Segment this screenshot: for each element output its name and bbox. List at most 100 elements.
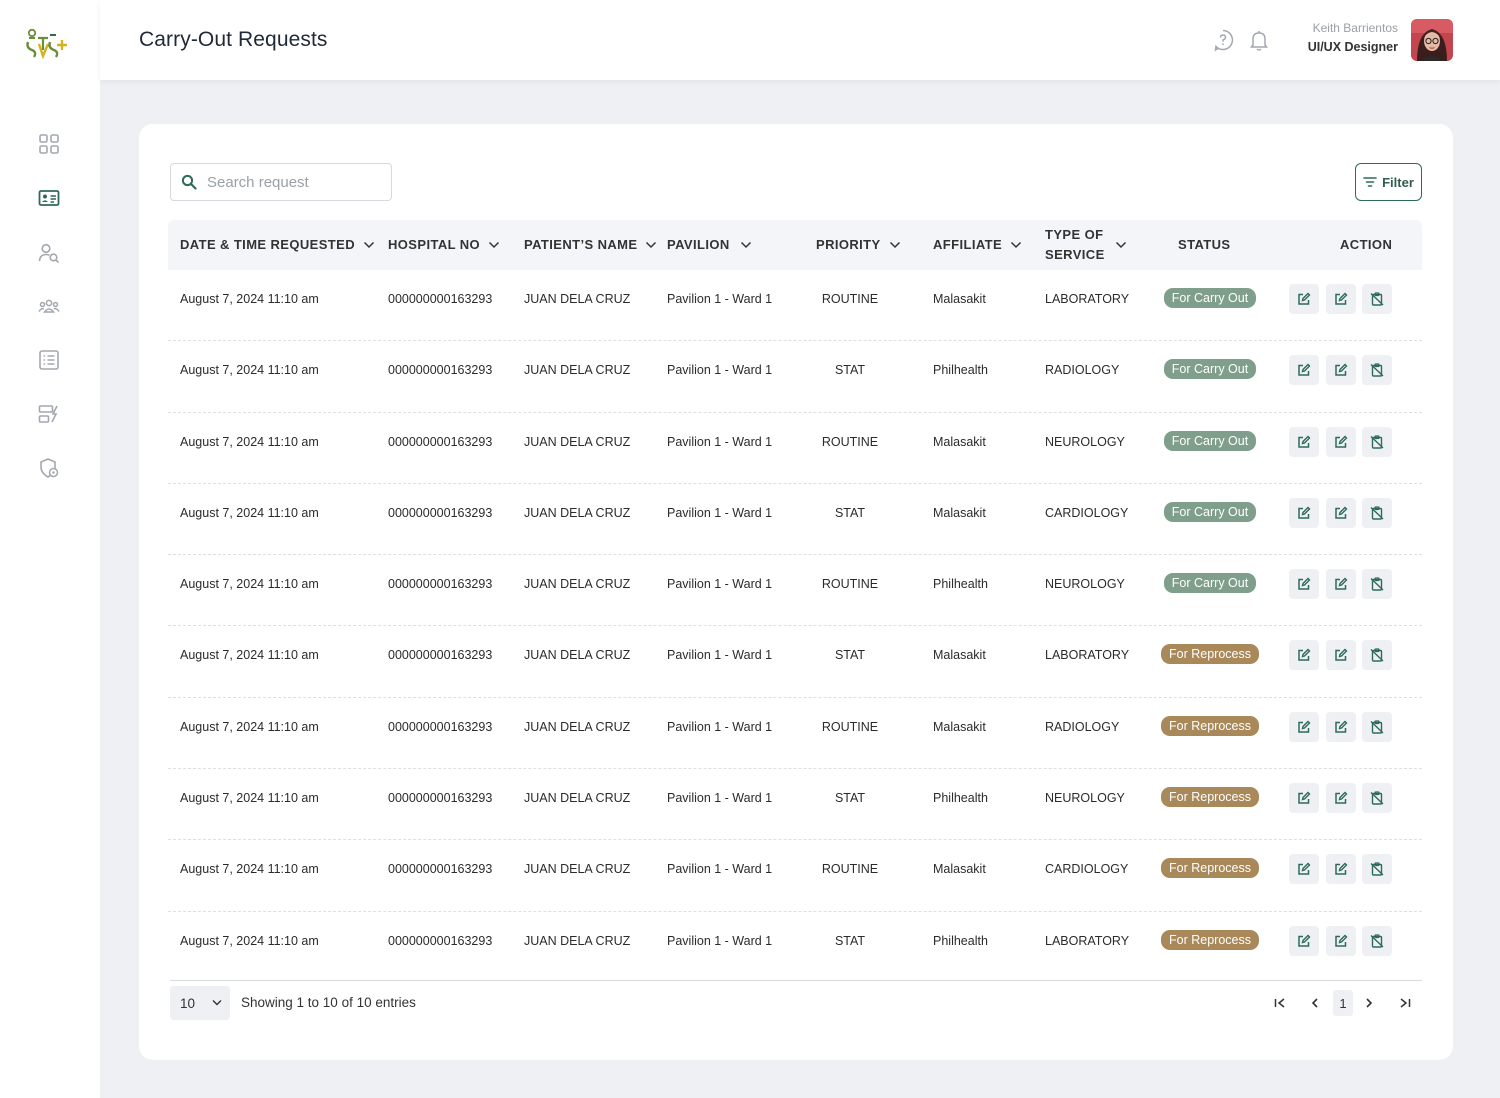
edit-icon: [1335, 363, 1348, 377]
edit-button[interactable]: [1289, 711, 1319, 742]
col-type-of-service[interactable]: TYPE OF SERVICE: [1045, 220, 1127, 270]
cell-service: RADIOLOGY: [1045, 719, 1120, 734]
nav-list[interactable]: [36, 347, 62, 373]
col-patient-name[interactable]: PATIENT’S NAME: [524, 220, 657, 270]
avatar[interactable]: [1411, 19, 1453, 61]
first-page-button[interactable]: [1270, 990, 1290, 1016]
page-title: Carry-Out Requests: [139, 28, 328, 51]
notification-bell-icon[interactable]: [1247, 28, 1271, 52]
cancel-request-button[interactable]: [1362, 925, 1392, 956]
cell-hospital-no: 000000000163293: [388, 292, 493, 306]
cell-patient-name: JUAN DELA CRUZ: [524, 719, 631, 734]
filter-button[interactable]: Filter: [1355, 163, 1422, 201]
update-button[interactable]: [1326, 854, 1356, 885]
col-label: DATE & TIME REQUESTED: [180, 237, 356, 252]
table-row: August 7, 2024 11:10 am 000000000163293 JU…: [168, 698, 1422, 770]
chevron-down-icon: [1115, 241, 1127, 249]
col-status: STATUS: [1178, 220, 1230, 270]
cell-hospital-no: 000000000163293: [388, 933, 493, 948]
prev-page-button[interactable]: [1305, 990, 1325, 1016]
cell-pavilion: Pavilion 1 - Ward 1: [667, 363, 773, 378]
cancel-request-button[interactable]: [1362, 355, 1392, 386]
edit-button[interactable]: [1289, 284, 1319, 314]
nav-patient-search[interactable]: [36, 240, 62, 266]
edit-button[interactable]: [1289, 640, 1319, 671]
nav-cards-edit[interactable]: [36, 401, 62, 427]
cell-service: RADIOLOGY: [1045, 363, 1120, 378]
col-label: STATUS: [1178, 237, 1231, 252]
edit-icon: [1335, 934, 1348, 947]
cell-datetime: August 7, 2024 11:10 am: [180, 791, 319, 806]
status-badge: For Carry Out: [1163, 501, 1257, 522]
cell-datetime: August 7, 2024 11:10 am: [180, 933, 319, 948]
cell-service: LABORATORY: [1045, 648, 1130, 663]
col-label: AFFILIATE: [933, 237, 1003, 252]
cell-patient-name: JUAN DELA CRUZ: [524, 505, 631, 520]
cancel-request-button[interactable]: [1362, 783, 1392, 814]
search-box[interactable]: [170, 163, 392, 201]
page-size-select[interactable]: 10: [170, 986, 230, 1020]
help-icon[interactable]: [1211, 28, 1235, 52]
update-button[interactable]: [1326, 783, 1356, 814]
first-page-icon: [1274, 998, 1285, 1008]
edit-button[interactable]: [1289, 569, 1319, 600]
cancel-request-button[interactable]: [1362, 497, 1392, 528]
cell-patient-name: JUAN DELA CRUZ: [524, 862, 631, 877]
cell-priority: ROUTINE: [821, 577, 879, 592]
page-button-1[interactable]: 1: [1333, 990, 1353, 1016]
page-size-value: 10: [180, 995, 196, 1011]
cell-hospital-no: 000000000163293: [388, 862, 493, 877]
edit-button[interactable]: [1289, 783, 1319, 814]
update-button[interactable]: [1326, 426, 1356, 457]
app-logo[interactable]: [24, 26, 76, 62]
cancel-request-button[interactable]: [1362, 854, 1392, 885]
status-badge: For Reprocess: [1161, 929, 1259, 950]
col-priority[interactable]: PRIORITY: [816, 220, 901, 270]
filter-label: Filter: [1382, 174, 1414, 190]
edit-icon: [1298, 720, 1311, 733]
col-hospital-no[interactable]: HOSPITAL NO: [388, 220, 500, 270]
edit-button[interactable]: [1289, 854, 1319, 885]
last-page-button[interactable]: [1395, 990, 1415, 1016]
cell-pavilion: Pavilion 1 - Ward 1: [667, 577, 773, 592]
edit-icon: [1335, 791, 1348, 804]
update-button[interactable]: [1326, 711, 1356, 742]
update-button[interactable]: [1326, 640, 1356, 671]
cell-priority: STAT: [834, 505, 866, 520]
cell-affiliate: Malasakit: [933, 862, 986, 877]
next-page-button[interactable]: [1359, 990, 1379, 1016]
cell-service: LABORATORY: [1045, 933, 1130, 948]
chevron-left-icon: [1311, 998, 1318, 1008]
cancel-request-button[interactable]: [1362, 640, 1392, 671]
edit-button[interactable]: [1289, 925, 1319, 956]
cancel-request-button[interactable]: [1362, 569, 1392, 600]
cards-edit-icon: [38, 405, 58, 423]
edit-button[interactable]: [1289, 497, 1319, 528]
nav-requests[interactable]: [36, 185, 62, 211]
cell-datetime: August 7, 2024 11:10 am: [180, 434, 319, 449]
cancel-request-button[interactable]: [1362, 711, 1392, 742]
col-affiliate[interactable]: AFFILIATE: [933, 220, 1022, 270]
update-button[interactable]: [1326, 284, 1356, 314]
cell-affiliate: Malasakit: [933, 648, 986, 663]
update-button[interactable]: [1326, 569, 1356, 600]
cell-patient-name: JUAN DELA CRUZ: [524, 791, 631, 806]
update-button[interactable]: [1326, 497, 1356, 528]
nav-security[interactable]: [36, 455, 62, 481]
cell-affiliate: Malasakit: [933, 292, 986, 306]
col-date-time[interactable]: DATE & TIME REQUESTED: [180, 220, 375, 270]
edit-icon: [1298, 648, 1311, 662]
update-button[interactable]: [1326, 925, 1356, 956]
nav-dashboard[interactable]: [36, 131, 62, 157]
cancel-request-button[interactable]: [1362, 426, 1392, 457]
edit-button[interactable]: [1289, 426, 1319, 457]
status-cell: For Carry Out: [1158, 555, 1262, 611]
update-button[interactable]: [1326, 355, 1356, 386]
search-input[interactable]: [207, 173, 377, 191]
edit-button[interactable]: [1289, 355, 1319, 386]
col-pavilion[interactable]: PAVILION: [667, 220, 752, 270]
cell-patient-name: JUAN DELA CRUZ: [524, 648, 631, 663]
table-row: August 7, 2024 11:10 am 000000000163293 JU…: [168, 270, 1422, 342]
nav-groups[interactable]: [36, 293, 62, 319]
cancel-request-button[interactable]: [1362, 284, 1392, 314]
